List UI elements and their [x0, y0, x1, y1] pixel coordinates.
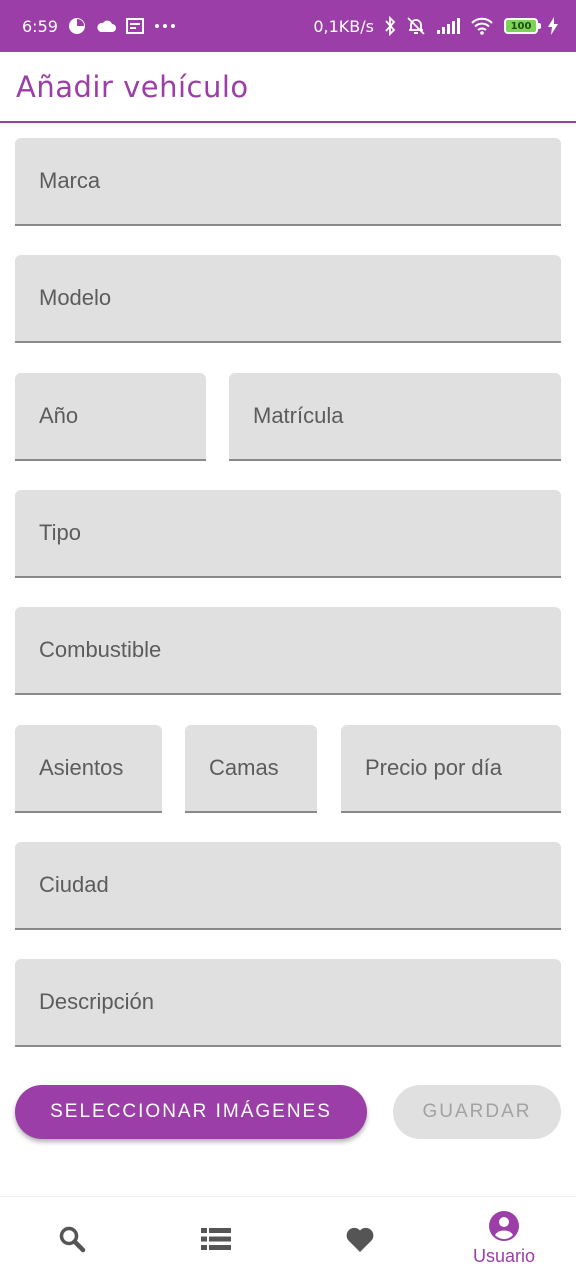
asientos-label: Asientos — [39, 755, 124, 780]
camas-label: Camas — [209, 755, 279, 780]
tipo-field[interactable]: Tipo — [15, 490, 561, 578]
alarm-icon — [68, 17, 86, 35]
nav-search[interactable] — [0, 1197, 144, 1280]
marca-label: Marca — [39, 168, 101, 193]
status-bar: 6:59 0,1KB/s 100 — [0, 0, 576, 52]
descripcion-label: Descripción — [39, 989, 154, 1014]
tipo-label: Tipo — [39, 520, 81, 545]
select-images-button[interactable]: SELECCIONAR IMÁGENES — [15, 1085, 367, 1139]
list-icon — [201, 1227, 231, 1251]
network-speed: 0,1KB/s — [313, 16, 374, 36]
precio-field[interactable]: Precio por día — [341, 725, 561, 813]
account-circle-icon — [488, 1210, 520, 1242]
bottom-nav: Usuario — [0, 1196, 576, 1280]
save-button[interactable]: GUARDAR — [393, 1085, 561, 1139]
cloud-icon — [96, 19, 116, 33]
anio-field[interactable]: Año — [15, 373, 206, 461]
matricula-label: Matrícula — [253, 403, 344, 428]
asientos-field[interactable]: Asientos — [15, 725, 162, 813]
ciudad-field[interactable]: Ciudad — [15, 842, 561, 930]
nav-usuario[interactable]: Usuario — [432, 1197, 576, 1280]
combustible-field[interactable]: Combustible — [15, 607, 561, 695]
status-time: 6:59 — [22, 16, 58, 36]
wifi-icon — [470, 17, 494, 35]
anio-label: Año — [39, 403, 79, 428]
heart-icon — [345, 1225, 375, 1253]
combustible-label: Combustible — [39, 637, 162, 662]
bluetooth-icon — [384, 16, 396, 36]
precio-label: Precio por día — [365, 755, 502, 780]
app-header: Añadir vehículo — [0, 52, 576, 123]
nav-favorites[interactable] — [288, 1197, 432, 1280]
signal-icon — [436, 18, 460, 34]
battery-level: 100 — [510, 20, 532, 32]
nav-usuario-label: Usuario — [472, 1246, 536, 1266]
modelo-label: Modelo — [39, 285, 112, 310]
page-title: Añadir vehículo — [16, 69, 249, 104]
search-icon — [58, 1225, 86, 1253]
news-icon — [125, 18, 144, 34]
matricula-field[interactable]: Matrícula — [229, 373, 561, 461]
nav-list[interactable] — [144, 1197, 288, 1280]
mute-icon — [406, 16, 426, 36]
modelo-field[interactable]: Modelo — [15, 255, 561, 343]
descripcion-field[interactable]: Descripción — [15, 959, 561, 1047]
ciudad-label: Ciudad — [39, 872, 109, 897]
marca-field[interactable]: Marca — [15, 138, 561, 226]
more-dots-icon — [154, 23, 176, 29]
battery-icon: 100 — [504, 18, 541, 34]
camas-field[interactable]: Camas — [185, 725, 317, 813]
charging-icon — [548, 17, 558, 35]
